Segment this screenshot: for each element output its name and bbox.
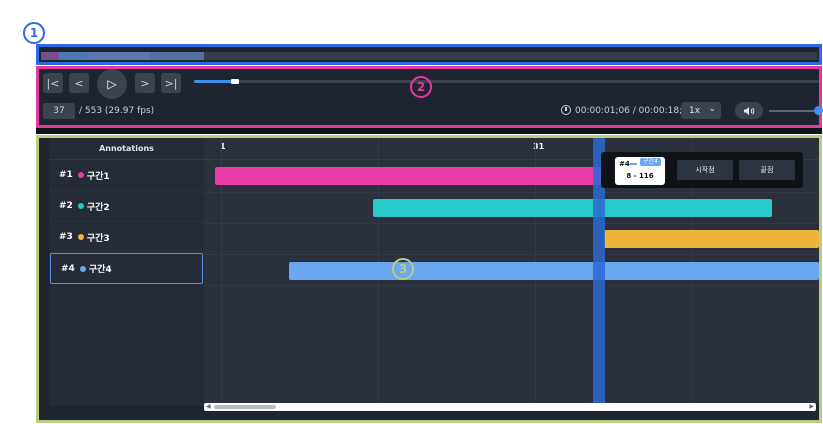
- annotations-header: Annotations: [49, 138, 204, 160]
- speaker-icon-glyph: [744, 106, 755, 115]
- prev-frame-button[interactable]: <: [69, 73, 89, 93]
- annotation-bar-4[interactable]: [289, 262, 819, 280]
- last-frame-button[interactable]: >|: [161, 73, 181, 93]
- timeline-horizontal-scrollbar[interactable]: ◀ ▶: [204, 403, 816, 411]
- seek-bar-fill: [194, 80, 236, 83]
- annotation-popup: #4 구간4 8 - 116 시작점 끝점: [601, 152, 803, 188]
- next-frame-button[interactable]: >: [135, 73, 155, 93]
- annotation-item-3[interactable]: #3 구간3: [49, 222, 204, 253]
- popup-annotation-tag: #4 구간4 8 - 116: [615, 157, 665, 185]
- thumbnail-segment: [149, 52, 204, 60]
- popup-annotation-chip: 구간4: [640, 158, 661, 166]
- first-frame-button[interactable]: |<: [43, 73, 63, 93]
- annotation-id: #3: [59, 232, 73, 242]
- thumbnail-segment: [59, 52, 89, 60]
- callout-badge-1: 1: [23, 22, 45, 44]
- popup-frame-range: 8 - 116: [626, 172, 654, 180]
- annotation-item-1[interactable]: #1 구간1: [49, 160, 204, 191]
- grid-line: [204, 254, 819, 255]
- annotations-panel: Annotations #1 구간1 #2 구간2 #3 구간3 #4 구간4: [49, 138, 204, 406]
- volume-slider-track[interactable]: [769, 110, 817, 112]
- popup-annotation-id: #4: [619, 160, 630, 168]
- section-separator: [36, 128, 822, 134]
- chevron-down-icon: ⌄: [708, 104, 716, 114]
- playback-speed-value: 1x: [689, 105, 701, 116]
- annotation-label: 구간1: [86, 171, 110, 182]
- volume-slider-handle[interactable]: [814, 106, 823, 115]
- set-start-button[interactable]: 시작점: [677, 160, 733, 180]
- screenshot-root: 1 |< < ▷ > >| / 553 (29.97 fps) 00:00:01…: [0, 0, 823, 424]
- thumbnail-strip[interactable]: [41, 52, 817, 60]
- scroll-left-icon[interactable]: ◀: [206, 403, 211, 410]
- annotation-bar-1[interactable]: [215, 167, 605, 185]
- annotation-label: 구간3: [86, 233, 110, 244]
- color-dot-icon: [77, 172, 84, 178]
- annotation-label: 구간2: [86, 202, 110, 213]
- speaker-icon[interactable]: [735, 102, 763, 119]
- timecode-label: 00:00:01;06 / 00:00:18;12: [575, 106, 694, 116]
- color-dot-icon: [79, 265, 86, 272]
- scroll-right-icon[interactable]: ▶: [809, 403, 814, 410]
- playback-speed-select[interactable]: 1x ⌄: [681, 102, 721, 119]
- annotation-id: #2: [59, 201, 73, 211]
- grid-line: [204, 285, 819, 286]
- grid-line: [204, 223, 819, 224]
- color-dot-icon: [77, 203, 84, 209]
- annotations-section: Annotations #1 구간1 #2 구간2 #3 구간3 #4 구간4: [36, 135, 822, 423]
- annotation-bar-2[interactable]: [373, 199, 772, 217]
- set-end-button[interactable]: 끝점: [739, 160, 795, 180]
- annotation-item-2[interactable]: #2 구간2: [49, 191, 204, 222]
- play-button[interactable]: ▷: [97, 69, 127, 99]
- seek-bar-handle[interactable]: [231, 79, 240, 84]
- popup-color-line: [630, 163, 637, 165]
- current-frame-input[interactable]: [43, 103, 75, 119]
- color-dot-icon: [77, 234, 84, 240]
- seek-bar[interactable]: [194, 79, 819, 84]
- annotation-id: #4: [61, 263, 75, 274]
- annotation-bar-3[interactable]: [604, 230, 819, 248]
- annotation-label: 구간4: [88, 265, 112, 275]
- frame-total-label: / 553 (29.97 fps): [79, 106, 155, 116]
- scrollbar-thumb[interactable]: [214, 405, 276, 409]
- thumbnail-segment: [41, 52, 59, 60]
- annotation-id: #1: [59, 170, 73, 180]
- thumbnail-segment: [89, 52, 149, 60]
- callout-badge-2: 2: [410, 76, 432, 98]
- annotation-item-4[interactable]: #4 구간4: [50, 253, 203, 284]
- thumbnail-strip-section: [36, 44, 822, 65]
- clock-icon: [561, 105, 571, 115]
- player-controls-section: |< < ▷ > >| / 553 (29.97 fps) 00:00:01;0…: [36, 66, 823, 128]
- grid-line: [204, 192, 819, 193]
- callout-badge-3: 3: [392, 258, 414, 280]
